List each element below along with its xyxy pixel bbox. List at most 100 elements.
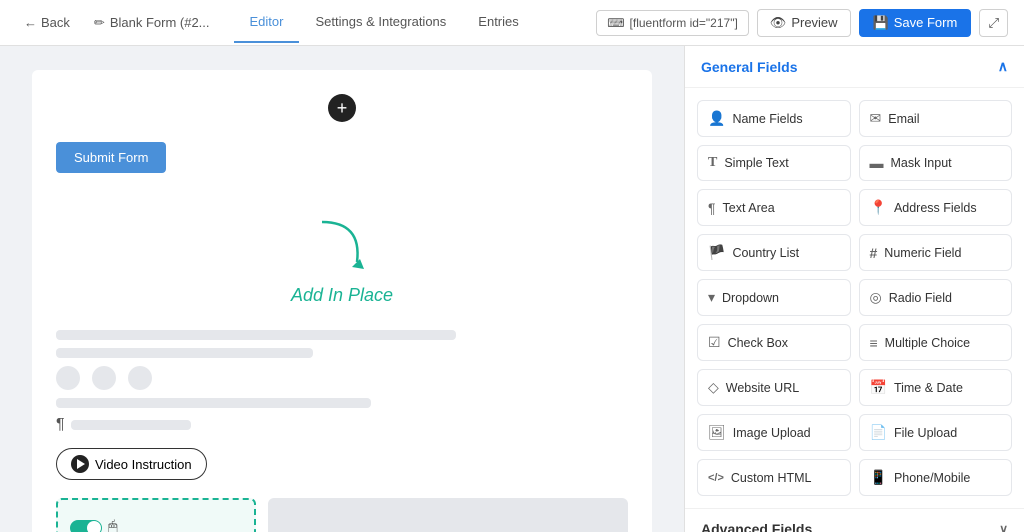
- field-label: Name Fields: [732, 112, 802, 126]
- edit-icon: ✏: [94, 15, 105, 31]
- time-date-icon: 📅: [870, 379, 887, 396]
- phone-icon: 📱: [870, 469, 887, 486]
- field-label: Radio Field: [889, 291, 952, 305]
- field-label: File Upload: [894, 426, 957, 440]
- country-list-icon: 🏴: [708, 244, 725, 261]
- general-fields-header[interactable]: General Fields ∧: [685, 46, 1024, 88]
- back-arrow-icon: ←: [24, 15, 37, 30]
- field-label: Time & Date: [894, 381, 963, 395]
- field-item-radio-field[interactable]: ◎ Radio Field: [859, 279, 1013, 316]
- field-item-multiple-choice[interactable]: ≡ Multiple Choice: [859, 324, 1013, 361]
- text-area-icon: ¶: [708, 200, 716, 216]
- skeleton-line-3: [56, 398, 371, 408]
- field-label: Phone/Mobile: [894, 471, 970, 485]
- field-item-image-upload[interactable]: 🖼 Image Upload: [697, 414, 851, 451]
- field-item-phone-mobile[interactable]: 📱 Phone/Mobile: [859, 459, 1013, 496]
- drag-toggle-dot: [87, 521, 101, 532]
- numeric-icon: #: [870, 245, 878, 261]
- nav-right: ⌨ [fluentform id="217"] 👁 Preview 💾 Save…: [596, 9, 1008, 37]
- field-label: Custom HTML: [731, 471, 812, 485]
- file-upload-icon: 📄: [870, 424, 887, 441]
- chevron-down-icon: ∨: [999, 522, 1008, 532]
- collapse-icon: ∧: [998, 58, 1008, 75]
- expand-button[interactable]: ⤢: [979, 9, 1008, 37]
- advanced-fields-section[interactable]: Advanced Fields ∨: [685, 508, 1024, 532]
- image-upload-icon: 🖼: [708, 424, 726, 441]
- field-item-mask-input[interactable]: ▬ Mask Input: [859, 145, 1013, 181]
- field-item-email[interactable]: ✉ Email: [859, 100, 1013, 137]
- field-item-check-box[interactable]: ☑ Check Box: [697, 324, 851, 361]
- code-icon: ⌨: [607, 16, 624, 30]
- field-item-numeric-field[interactable]: # Numeric Field: [859, 234, 1013, 271]
- top-navigation: ← Back ✏ Blank Form (#2... Editor Settin…: [0, 0, 1024, 46]
- expand-icon: ⤢: [988, 15, 999, 30]
- video-instruction-button[interactable]: Video Instruction: [56, 448, 207, 480]
- dropdown-icon: ▾: [708, 289, 715, 306]
- field-item-file-upload[interactable]: 📄 File Upload: [859, 414, 1013, 451]
- email-icon: ✉: [870, 110, 882, 127]
- field-label: Address Fields: [894, 201, 977, 215]
- ph-line-2: [340, 526, 556, 532]
- form-canvas: + Submit Form Add In Place: [32, 70, 652, 532]
- shortcode-text: [fluentform id="217"]: [630, 16, 738, 30]
- editor-area: + Submit Form Add In Place: [0, 46, 684, 532]
- general-fields-label: General Fields: [701, 59, 797, 75]
- save-icon: 💾: [873, 15, 889, 31]
- tab-entries[interactable]: Entries: [462, 2, 534, 43]
- field-item-address-fields[interactable]: 📍 Address Fields: [859, 189, 1013, 226]
- drag-drop-box: 🖱: [56, 498, 256, 532]
- multiple-choice-icon: ≡: [870, 335, 878, 351]
- sidebar: General Fields ∧ 👤 Name Fields ✉ Email T…: [684, 46, 1024, 532]
- custom-html-icon: </>: [708, 472, 724, 484]
- save-label: Save Form: [894, 15, 958, 30]
- shortcode-button[interactable]: ⌨ [fluentform id="217"]: [596, 10, 749, 36]
- skeleton-icon-1: [56, 366, 80, 390]
- preview-button[interactable]: 👁 Preview: [757, 9, 851, 37]
- field-grid: 👤 Name Fields ✉ Email T Simple Text ▬ Ma…: [685, 88, 1024, 508]
- field-item-simple-text[interactable]: T Simple Text: [697, 145, 851, 181]
- back-button[interactable]: ← Back: [16, 11, 78, 34]
- field-item-dropdown[interactable]: ▾ Dropdown: [697, 279, 851, 316]
- drag-preview-row: 🖱: [56, 498, 628, 532]
- advanced-fields-label: Advanced Fields: [701, 521, 812, 532]
- field-item-time-date[interactable]: 📅 Time & Date: [859, 369, 1013, 406]
- field-item-website-url[interactable]: ◇ Website URL: [697, 369, 851, 406]
- field-label: Multiple Choice: [885, 336, 970, 350]
- radio-icon: ◎: [870, 289, 882, 306]
- field-label: Text Area: [723, 201, 775, 215]
- field-label: Email: [888, 112, 919, 126]
- skeleton-line-2: [56, 348, 313, 358]
- field-label: Dropdown: [722, 291, 779, 305]
- field-item-country-list[interactable]: 🏴 Country List: [697, 234, 851, 271]
- eye-icon: 👁: [770, 15, 787, 31]
- tab-settings[interactable]: Settings & Integrations: [299, 2, 462, 43]
- field-item-name-fields[interactable]: 👤 Name Fields: [697, 100, 851, 137]
- field-label: Country List: [732, 246, 799, 260]
- drag-toggle: [70, 520, 102, 532]
- form-title-button[interactable]: ✏ Blank Form (#2...: [86, 11, 218, 35]
- save-form-button[interactable]: 💾 Save Form: [859, 9, 972, 37]
- preview-label: Preview: [791, 15, 837, 30]
- video-instruction-label: Video Instruction: [95, 457, 192, 472]
- tab-editor[interactable]: Editor: [234, 2, 300, 43]
- drag-placeholder-box: [268, 498, 628, 532]
- add-field-plus-button[interactable]: +: [328, 94, 356, 122]
- field-item-custom-html[interactable]: </> Custom HTML: [697, 459, 851, 496]
- skeleton-icon-row: [56, 366, 628, 390]
- field-item-text-area[interactable]: ¶ Text Area: [697, 189, 851, 226]
- field-label: Check Box: [728, 336, 788, 350]
- cursor-icon: 🖱: [108, 519, 118, 532]
- add-in-place-area: Add In Place: [56, 213, 628, 306]
- field-label: Numeric Field: [884, 246, 961, 260]
- editor-tabs: Editor Settings & Integrations Entries: [234, 2, 535, 43]
- submit-form-button[interactable]: Submit Form: [56, 142, 166, 173]
- skeleton-preview: ¶ Video Instruction: [56, 330, 628, 480]
- skeleton-icon-2: [92, 366, 116, 390]
- add-in-place-text: Add In Place: [291, 285, 393, 306]
- mask-input-icon: ▬: [870, 155, 884, 171]
- play-icon: [71, 455, 89, 473]
- field-label: Simple Text: [724, 156, 788, 170]
- skeleton-line-1: [56, 330, 456, 340]
- add-arrow-graphic: [302, 217, 382, 277]
- skeleton-line-4: [71, 420, 191, 430]
